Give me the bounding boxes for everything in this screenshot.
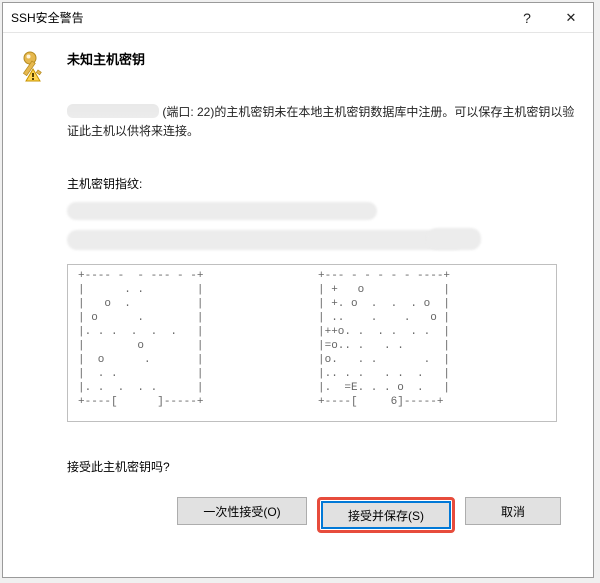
description: (端口: 22)的主机密钥未在本地主机密钥数据库中注册。可以保存主机密钥以验证此… xyxy=(67,103,575,141)
accept-save-button[interactable]: 接受并保存(S) xyxy=(321,501,451,529)
button-row: 一次性接受(O) 接受并保存(S) 取消 xyxy=(17,485,575,545)
titlebar: SSH安全警告 ? ✕ xyxy=(3,3,593,33)
heading: 未知主机密钥 xyxy=(67,49,145,68)
ascii-art-box: +---- - - --- - -+ | . . | | o . | | o .… xyxy=(67,264,557,422)
fingerprint-label: 主机密钥指纹: xyxy=(67,175,575,192)
ascii-right: +--- - - - - - ----+ | + o | | +. o . . … xyxy=(318,269,528,409)
fingerprint-redacted xyxy=(67,198,527,258)
redacted-host xyxy=(67,104,159,118)
accept-once-button[interactable]: 一次性接受(O) xyxy=(177,497,307,525)
key-warning-icon xyxy=(17,49,53,85)
ascii-left: +---- - - --- - -+ | . . | | o . | | o .… xyxy=(78,269,288,409)
close-button[interactable]: ✕ xyxy=(549,3,593,33)
help-button[interactable]: ? xyxy=(505,3,549,33)
dialog-body: 未知主机密钥 (端口: 22)的主机密钥未在本地主机密钥数据库中注册。可以保存主… xyxy=(3,33,593,577)
accept-question: 接受此主机密钥吗? xyxy=(67,458,575,475)
cancel-button[interactable]: 取消 xyxy=(465,497,561,525)
ssh-warning-dialog: SSH安全警告 ? ✕ xyxy=(2,2,594,578)
highlight-frame: 接受并保存(S) xyxy=(317,497,455,533)
titlebar-title: SSH安全警告 xyxy=(11,9,505,26)
